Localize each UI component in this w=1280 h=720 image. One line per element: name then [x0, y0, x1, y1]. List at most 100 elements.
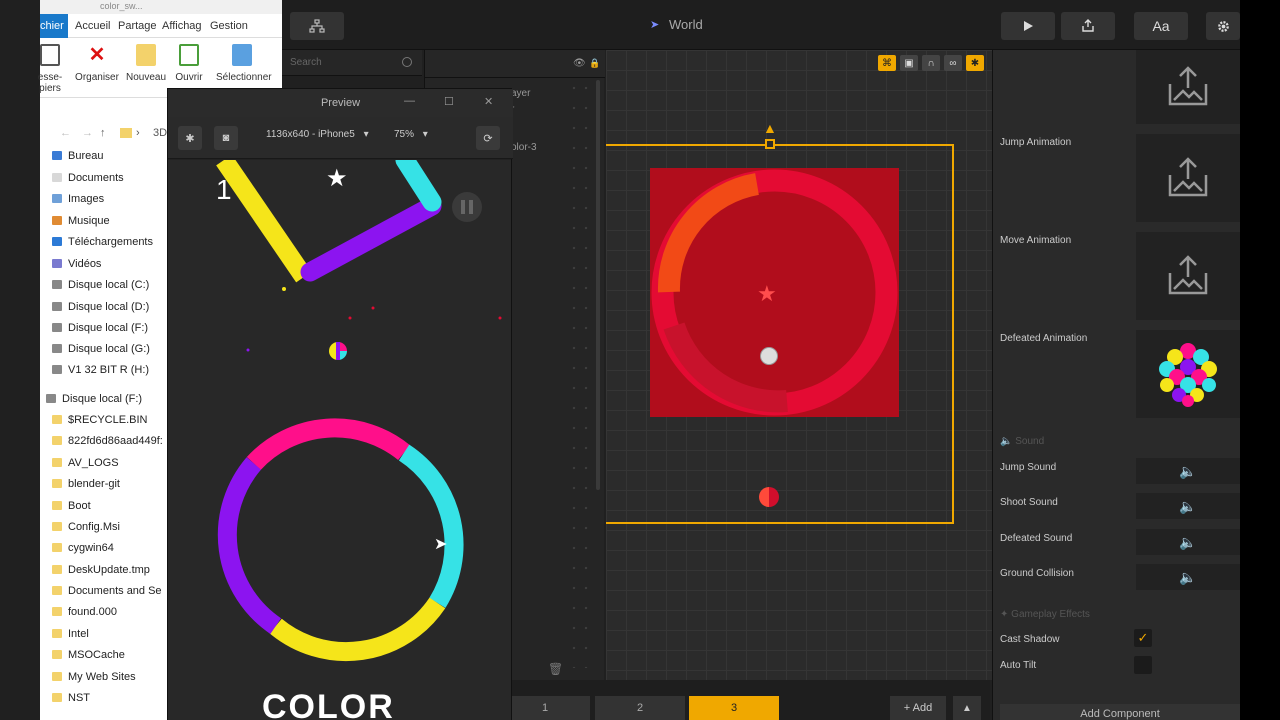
page-tab-2[interactable]: 2 — [595, 696, 685, 720]
nav-item[interactable]: Images — [52, 193, 104, 205]
nav-item[interactable]: Documents and Se — [52, 585, 162, 597]
nav-item[interactable]: Intel — [52, 628, 89, 640]
defeated-sound-slot[interactable]: 🔈 — [1136, 529, 1240, 555]
open-button[interactable]: Ouvrir — [165, 44, 213, 83]
add-component-button[interactable]: Add Component — [1000, 704, 1240, 720]
shoot-sound-slot[interactable]: 🔈 — [1136, 493, 1240, 519]
bug-icon[interactable]: ✱ — [966, 55, 984, 71]
nav-item-label: NST — [68, 692, 90, 704]
select-button[interactable]: Sélectionner — [216, 44, 272, 83]
nav-item-label: Disque local (G:) — [68, 343, 150, 355]
clipboard-button[interactable]: esse- piers — [26, 44, 74, 94]
upload-image-icon — [1168, 66, 1208, 106]
nav-item[interactable]: blender-git — [52, 478, 120, 490]
nav-item[interactable]: My Web Sites — [52, 671, 136, 683]
tab-manage[interactable]: Gestion — [210, 20, 248, 32]
auto-tilt-checkbox[interactable] — [1134, 656, 1152, 674]
trash-icon[interactable]: 🗑 — [548, 662, 563, 676]
nav-item-label: Boot — [68, 500, 91, 512]
drive-icon — [52, 365, 62, 374]
device-select[interactable]: 1136x640 - iPhone5 ▾ — [266, 129, 369, 147]
maximize-icon[interactable]: ☐ — [444, 95, 454, 108]
nav-item[interactable]: Disque local (C:) — [52, 279, 149, 291]
nav-item[interactable]: AV_LOGS — [52, 457, 119, 469]
minimize-icon[interactable]: — — [404, 95, 415, 107]
hierarchy-scrollbar[interactable] — [596, 80, 600, 490]
speaker-icon: 🔈 — [1179, 497, 1197, 514]
play-button[interactable] — [1001, 12, 1055, 40]
drive-icon — [46, 394, 56, 403]
nav-item[interactable]: NST — [52, 692, 90, 704]
animation-slot[interactable] — [1136, 50, 1240, 124]
folder-icon — [52, 415, 62, 424]
lock-icon[interactable]: ▣ — [900, 55, 918, 71]
debug-icon[interactable]: ✱ — [178, 126, 202, 150]
search-input[interactable]: Search — [282, 50, 422, 76]
nav-item[interactable]: Disque local (F:) — [52, 322, 148, 334]
page-tab-3[interactable]: 3 — [689, 696, 779, 720]
refresh-icon[interactable]: ⟳ — [476, 126, 500, 150]
dropdown-arrow-icon: ▾ — [422, 129, 428, 140]
auto-tilt-label: Auto Tilt — [1000, 660, 1037, 671]
nav-item[interactable]: Boot — [52, 500, 91, 512]
move-animation-slot[interactable] — [1136, 232, 1240, 320]
tab-home[interactable]: Accueil — [75, 20, 110, 32]
folder-icon — [52, 607, 62, 616]
lock-icon[interactable]: 🔒 — [589, 58, 600, 69]
tab-share[interactable]: Partage — [118, 20, 157, 32]
page-tab-1[interactable]: 1 — [500, 696, 590, 720]
magnet-icon[interactable]: ∩ — [922, 55, 940, 71]
nav-item[interactable]: Musique — [52, 215, 110, 227]
chevron-up-icon[interactable]: ▲ — [953, 696, 981, 720]
nav-item[interactable]: Documents — [52, 172, 124, 184]
nav-item[interactable]: $RECYCLE.BIN — [52, 414, 147, 426]
share-button[interactable] — [1061, 12, 1115, 40]
nav-item[interactable]: found.000 — [52, 606, 117, 618]
cast-shadow-checkbox[interactable]: ✓ — [1134, 629, 1152, 647]
ground-collision-slot[interactable]: 🔈 — [1136, 564, 1240, 590]
nav-item[interactable]: DeskUpdate.tmp — [52, 564, 150, 576]
nav-item[interactable]: Disque local (D:) — [52, 301, 149, 313]
camera-icon[interactable]: ◙ — [214, 126, 238, 150]
nav-item[interactable]: cygwin64 — [52, 542, 114, 554]
nav-item[interactable]: Disque local (G:) — [52, 343, 150, 355]
defeated-animation-slot[interactable] — [1136, 330, 1240, 418]
nav-item[interactable]: MSOCache — [52, 649, 125, 661]
up-arrow-icon: ↑ — [100, 127, 106, 139]
game-canvas[interactable]: 1 ★ ➤ COLOR — [168, 160, 511, 720]
tab-view[interactable]: Affichag — [162, 20, 202, 32]
text-style-button[interactable]: Aa — [1134, 12, 1188, 40]
close-icon[interactable]: ✕ — [484, 95, 493, 108]
nav-item[interactable]: Disque local (F:) — [46, 393, 142, 405]
forward-arrow-icon: → — [82, 127, 93, 139]
eye-icon[interactable]: 👁 — [573, 58, 586, 69]
nav-item[interactable]: V1 32 BIT R (H:) — [52, 364, 149, 376]
tab-file[interactable]: chier — [40, 14, 68, 38]
nav-item[interactable]: Vidéos — [52, 258, 101, 270]
jump-sound-slot[interactable]: 🔈 — [1136, 458, 1240, 484]
nav-item-label: Intel — [68, 628, 89, 640]
speaker-icon: 🔈 — [1000, 436, 1013, 447]
scene-handle[interactable] — [765, 139, 775, 149]
visibility-dots[interactable] — [568, 78, 592, 668]
organize-button[interactable]: ✕ Organiser — [73, 44, 121, 83]
folder-icon — [52, 458, 62, 467]
grid-snap-icon[interactable]: ⌘ — [878, 55, 896, 71]
gear-icon[interactable] — [1206, 12, 1240, 40]
new-button[interactable]: Nouveau — [122, 44, 170, 83]
hierarchy-tree-icon[interactable] — [290, 12, 344, 40]
folder-icon — [120, 128, 132, 138]
nav-item[interactable]: 822fd6d86aad449f: — [52, 435, 163, 447]
jump-animation-slot[interactable] — [1136, 134, 1240, 222]
folder-icon — [52, 501, 62, 510]
pause-button[interactable] — [452, 192, 482, 222]
add-page-button[interactable]: + Add — [890, 696, 946, 720]
move-animation-label: Move Animation — [1000, 235, 1072, 246]
link-icon[interactable]: ∞ — [944, 55, 962, 71]
nav-item[interactable]: Config.Msi — [52, 521, 120, 533]
editor-toolbar: Aa — [280, 0, 1240, 50]
zoom-select[interactable]: 75% ▾ — [394, 129, 428, 147]
nav-item[interactable]: Téléchargements — [52, 236, 153, 248]
nav-item[interactable]: Bureau — [52, 150, 103, 162]
move-handle-arrow-icon[interactable]: ▲ — [763, 120, 777, 136]
